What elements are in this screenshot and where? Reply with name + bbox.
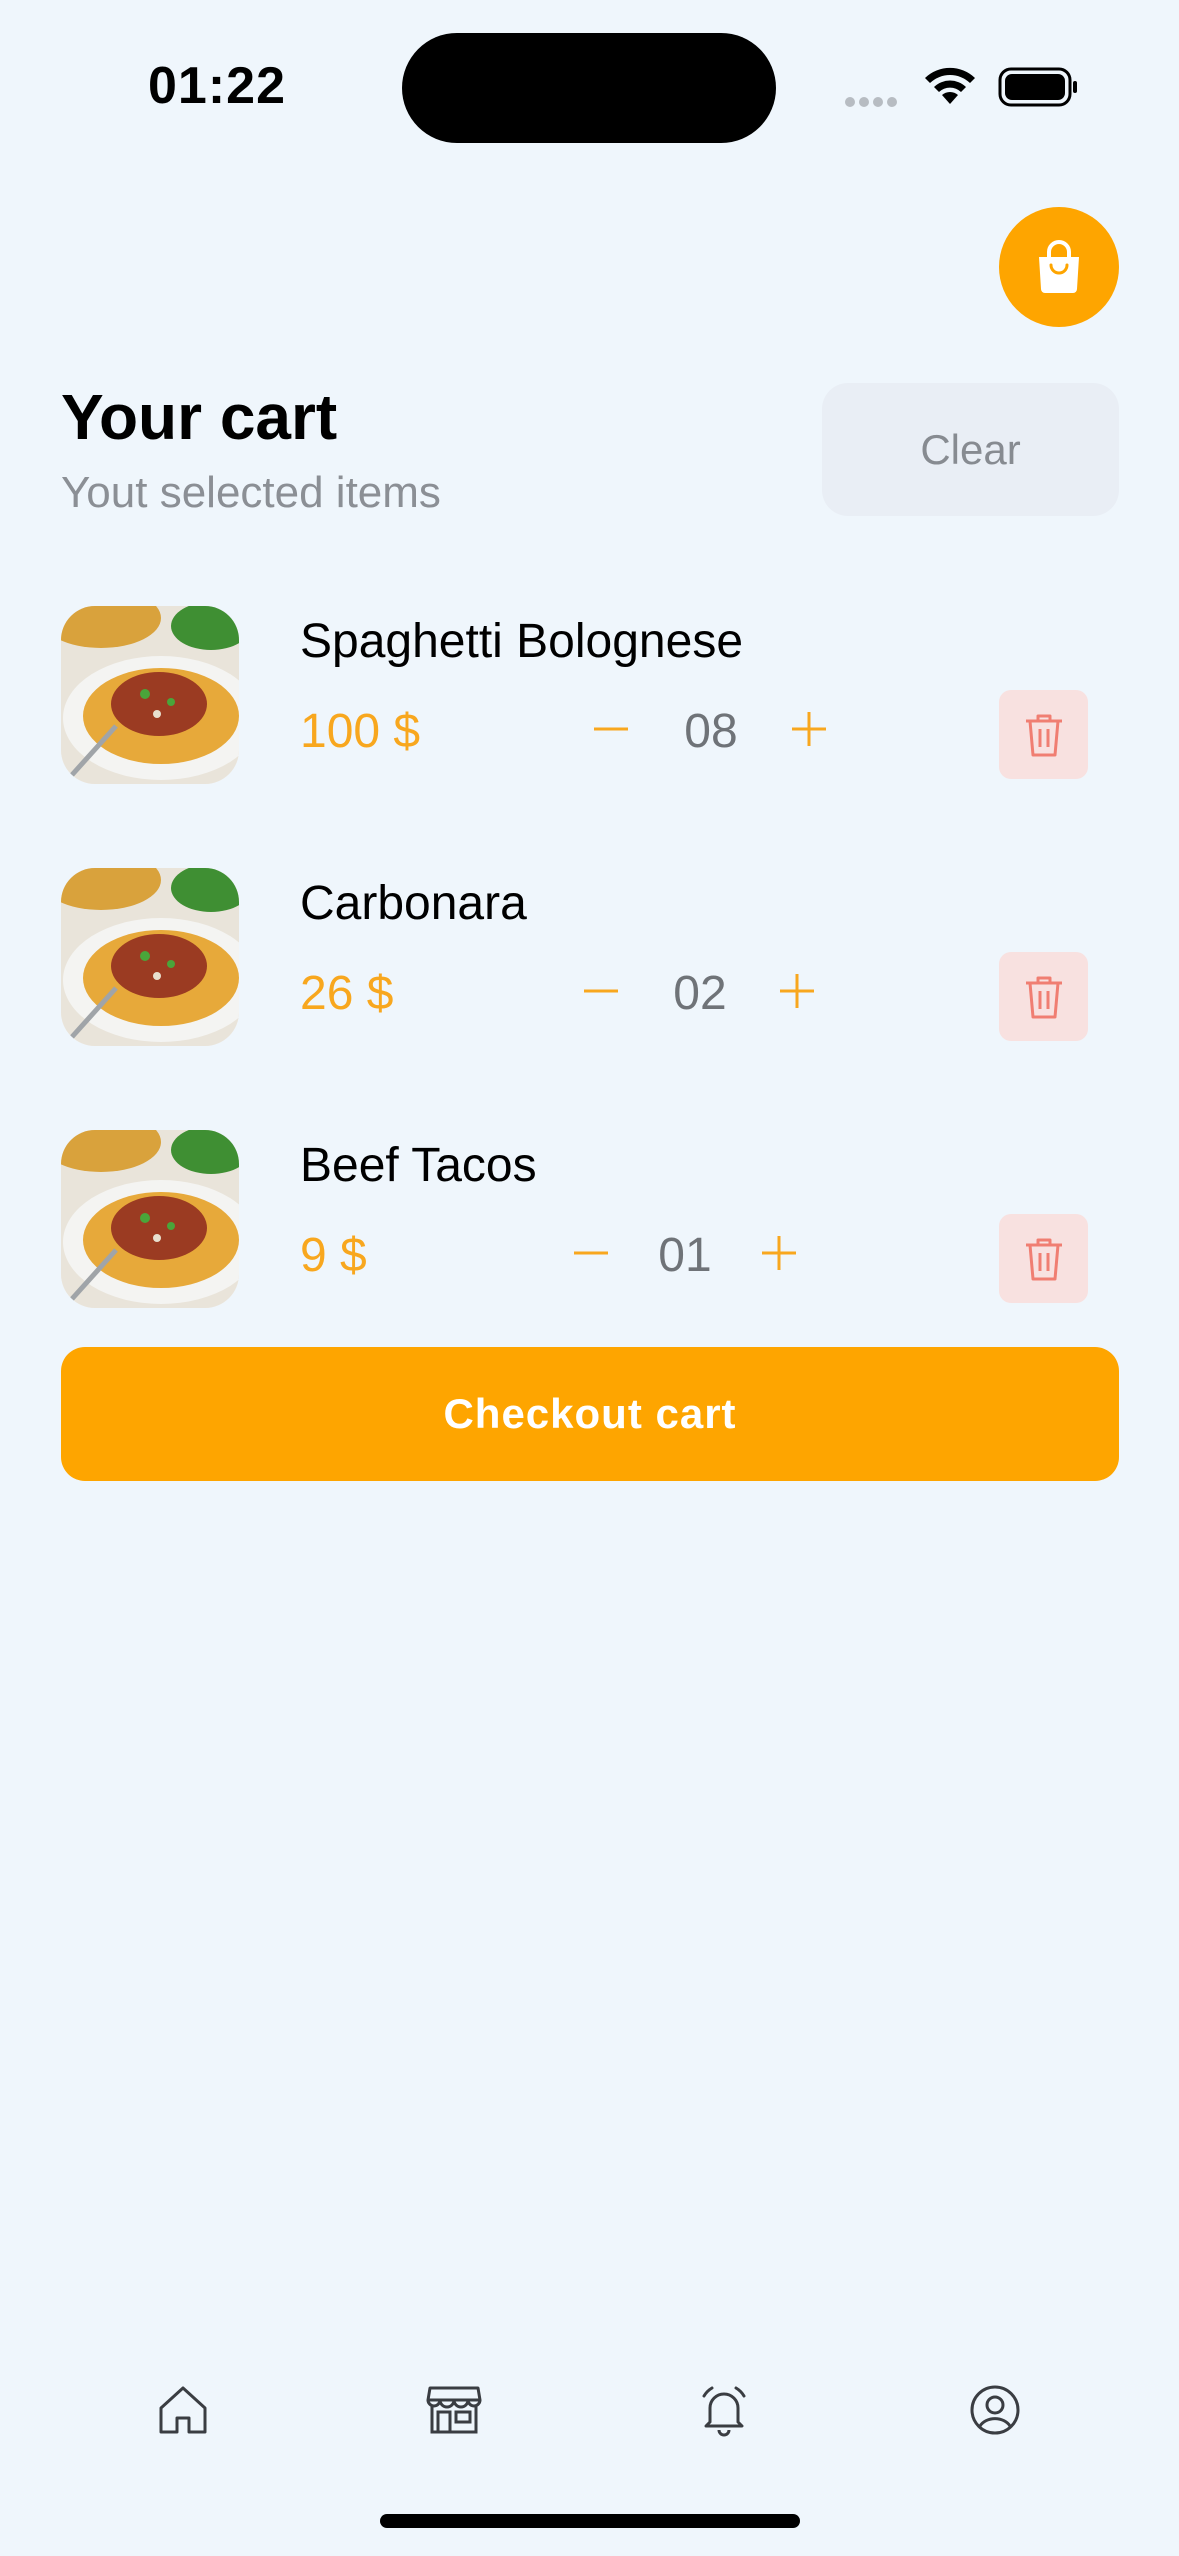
increase-quantity-button[interactable] (744, 1218, 814, 1288)
battery-icon (998, 66, 1080, 113)
increase-quantity-button[interactable] (762, 956, 832, 1026)
minus-icon (584, 989, 618, 993)
plus-icon (792, 712, 826, 746)
shopping-bag-button[interactable] (999, 207, 1119, 327)
item-name: Beef Tacos (300, 1139, 537, 1192)
quantity-value: 08 (684, 705, 738, 758)
page-subtitle: Yout selected items (61, 468, 441, 517)
delete-item-button[interactable] (999, 952, 1088, 1041)
minus-icon (574, 1251, 608, 1255)
tab-bar (0, 2370, 1179, 2450)
quantity-value: 02 (673, 967, 727, 1020)
trash-icon (1025, 976, 1062, 1018)
profile-icon (970, 2385, 1020, 2435)
decrease-quantity-button[interactable] (556, 1218, 626, 1288)
tab-store[interactable] (414, 2370, 494, 2450)
tab-profile[interactable] (955, 2370, 1035, 2450)
dish-image (61, 606, 239, 784)
cellular-signal-icon (845, 94, 901, 112)
shopping-bag-icon (1039, 240, 1079, 293)
dynamic-island (402, 33, 776, 143)
tab-notifications[interactable] (684, 2370, 764, 2450)
store-icon (426, 2386, 482, 2434)
bell-icon (702, 2386, 746, 2437)
clear-cart-button[interactable]: Clear (822, 383, 1119, 516)
tab-home[interactable] (143, 2370, 223, 2450)
decrease-quantity-button[interactable] (576, 694, 646, 764)
delete-item-button[interactable] (999, 690, 1088, 779)
delete-item-button[interactable] (999, 1214, 1088, 1303)
item-name: Carbonara (300, 877, 527, 930)
dish-image (61, 868, 239, 1046)
cart-item: Beef Tacos 9 $ 01 (0, 1130, 1179, 1312)
minus-icon (594, 727, 628, 731)
home-icon (159, 2386, 207, 2434)
trash-icon (1025, 1238, 1062, 1280)
trash-icon (1025, 714, 1062, 756)
item-price: 100 $ (300, 705, 421, 758)
quantity-value: 01 (658, 1229, 712, 1282)
increase-quantity-button[interactable] (774, 694, 844, 764)
item-price: 9 $ (300, 1229, 367, 1282)
item-name: Spaghetti Bolognese (300, 615, 744, 668)
decrease-quantity-button[interactable] (566, 956, 636, 1026)
home-indicator[interactable] (380, 2514, 800, 2528)
item-price: 26 $ (300, 967, 394, 1020)
dish-image (61, 1130, 239, 1308)
plus-icon (762, 1236, 796, 1270)
plus-icon (780, 974, 814, 1008)
cart-item: Spaghetti Bolognese 100 $ 08 (0, 606, 1179, 788)
status-time: 01:22 (148, 57, 286, 115)
page-title: Your cart (61, 381, 338, 453)
wifi-icon (922, 64, 978, 111)
checkout-cart-button[interactable]: Checkout cart (61, 1347, 1119, 1481)
cart-item: Carbonara 26 $ 02 (0, 868, 1179, 1050)
